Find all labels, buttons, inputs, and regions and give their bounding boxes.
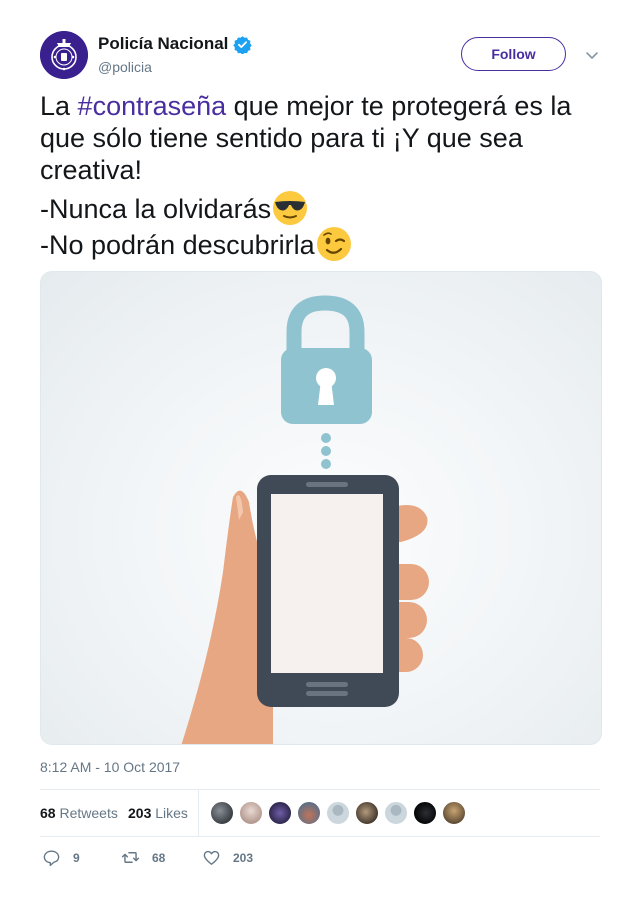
liker-avatar[interactable] — [239, 801, 263, 825]
smartphone-icon — [257, 475, 399, 707]
chevron-down-icon[interactable] — [584, 47, 600, 63]
reply-icon — [43, 850, 60, 867]
tweet-header: Policía Nacional @policia Follow — [40, 31, 602, 79]
retweet-icon — [121, 852, 140, 863]
police-crest-icon — [40, 31, 88, 79]
author-display-name[interactable]: Policía Nacional — [98, 34, 228, 54]
liker-avatar[interactable] — [384, 801, 408, 825]
liker-avatar[interactable] — [297, 801, 321, 825]
like-count: 203 — [233, 850, 254, 865]
retweet-count: 68 — [152, 850, 166, 865]
unlocked-padlock-icon — [281, 295, 372, 424]
likes-label: Likes — [155, 805, 188, 821]
retweet-button[interactable]: 68 — [121, 848, 165, 867]
retweets-label: Retweets — [59, 805, 118, 821]
winking-face-emoji-icon — [316, 226, 352, 262]
padlock-phone-illustration — [181, 295, 429, 744]
verified-badge-icon — [233, 35, 253, 54]
tweet-text-line2: -Nunca la olvidarás — [40, 190, 602, 226]
follow-button[interactable]: Follow — [461, 37, 566, 71]
retweets-stat[interactable]: 68 Retweets — [40, 805, 118, 821]
hashtag-link[interactable]: #contraseña — [78, 91, 227, 121]
liker-avatar[interactable] — [210, 801, 234, 825]
likes-count: 203 — [128, 805, 152, 821]
tweet-text-paragraph: La #contraseña que mejor te protegerá es… — [40, 90, 602, 186]
tweet-text: La #contraseña que mejor te protegerá es… — [40, 90, 602, 262]
retweets-count: 68 — [40, 805, 56, 821]
liker-avatar[interactable] — [355, 801, 379, 825]
liker-avatar[interactable] — [268, 801, 292, 825]
heart-icon — [203, 850, 220, 865]
liker-avatar[interactable] — [326, 801, 350, 825]
tweet-text-line3-text: -No podrán descubrirla — [40, 230, 315, 260]
tweet-text-line3: -No podrán descubrirla — [40, 226, 602, 262]
tweet-stats: 68 Retweets 203 Likes — [40, 789, 600, 837]
liker-avatars — [210, 801, 471, 825]
author-handle[interactable]: @policia — [98, 59, 152, 75]
liker-avatar[interactable] — [442, 801, 466, 825]
likes-stat[interactable]: 203 Likes — [128, 805, 188, 821]
tweet-media-image[interactable] — [40, 271, 602, 745]
reply-count: 9 — [73, 850, 80, 865]
author-avatar[interactable] — [40, 31, 88, 79]
stats-divider — [198, 790, 199, 836]
reply-button[interactable]: 9 — [42, 848, 80, 867]
connection-dots-icon — [321, 433, 331, 469]
sunglasses-emoji-icon — [272, 190, 308, 226]
liker-avatar[interactable] — [413, 801, 437, 825]
tweet-timestamp[interactable]: 8:12 AM - 10 Oct 2017 — [40, 759, 180, 775]
author-name-row: Policía Nacional — [98, 33, 253, 55]
tweet-text-prefix: La — [40, 91, 78, 121]
like-button[interactable]: 203 — [202, 848, 253, 867]
tweet-text-line2-text: -Nunca la olvidarás — [40, 194, 272, 224]
tweet-actions: 9 68 203 — [40, 848, 600, 870]
